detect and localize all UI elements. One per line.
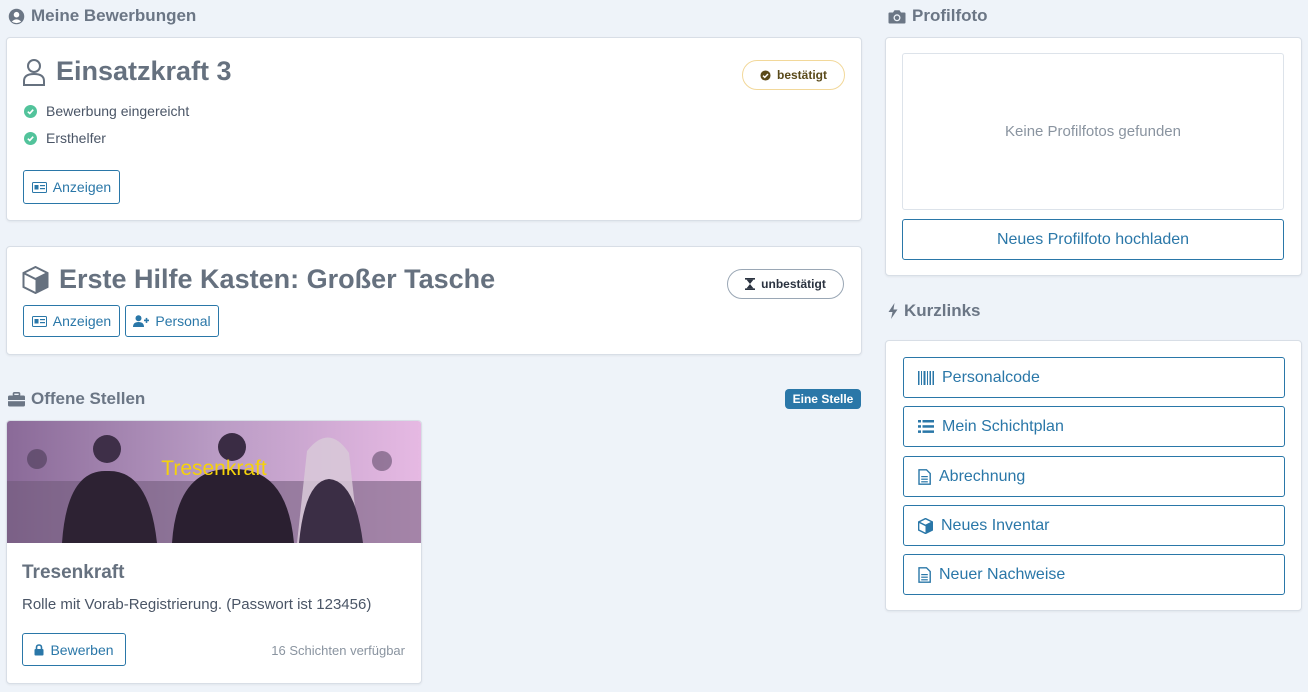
hourglass-icon xyxy=(745,278,756,290)
profile-photo-placeholder: Keine Profilfotos gefunden xyxy=(902,53,1284,210)
cube-icon xyxy=(22,265,49,294)
list-icon xyxy=(918,420,934,433)
apply-button-label: Bewerben xyxy=(50,641,114,658)
quicklink-inventar[interactable]: Neues Inventar xyxy=(903,505,1285,546)
status-badge-text: unbestätigt xyxy=(761,277,826,291)
staff-button[interactable]: Personal xyxy=(125,305,219,337)
document-icon xyxy=(918,566,931,583)
position-description: Rolle mit Vorab-Registrierung. (Passwort… xyxy=(22,596,372,613)
quicklinks-card: Personalcode Mein Schichtplan Abrechnung… xyxy=(885,340,1302,611)
applications-title-text: Meine Bewerbungen xyxy=(31,6,197,25)
check-item-label: Bewerbung eingereicht xyxy=(46,103,190,119)
check-circle-icon xyxy=(24,131,37,145)
application-title: Erste Hilfe Kasten: Großer Tasche xyxy=(22,264,495,295)
application-card-einsatzkraft: Einsatzkraft 3 bestätigt Bewerbung einge… xyxy=(6,37,862,221)
barcode-icon xyxy=(918,370,934,385)
show-application-button[interactable]: Anzeigen xyxy=(23,170,120,204)
application-title: Einsatzkraft 3 xyxy=(22,56,232,87)
quicklink-label: Neuer Nachweise xyxy=(939,565,1066,583)
show-application-button[interactable]: Anzeigen xyxy=(23,305,120,337)
id-card-icon xyxy=(31,181,47,193)
positions-count-text: Eine Stelle xyxy=(792,392,854,406)
positions-count-badge: Eine Stelle xyxy=(785,389,861,409)
quicklink-nachweise[interactable]: Neuer Nachweise xyxy=(903,554,1285,595)
quicklink-label: Mein Schichtplan xyxy=(942,417,1064,435)
status-badge-unconfirmed: unbestätigt xyxy=(727,269,844,299)
check-circle-icon xyxy=(24,104,37,118)
cube-icon xyxy=(918,517,933,534)
quicklink-label: Abrechnung xyxy=(939,467,1026,485)
position-title: Tresenkraft xyxy=(22,562,125,583)
quicklink-schichtplan[interactable]: Mein Schichtplan xyxy=(903,406,1285,447)
shifts-available-text: 16 Schichten verfügbar xyxy=(271,643,405,658)
check-item: Bewerbung eingereicht xyxy=(24,103,189,119)
profile-photo-card: Keine Profilfotos gefunden Neues Profilf… xyxy=(885,37,1302,276)
quicklink-label: Personalcode xyxy=(942,368,1040,386)
position-banner-image xyxy=(7,421,421,543)
quicklinks-title-text: Kurzlinks xyxy=(904,301,981,320)
bolt-icon xyxy=(888,303,898,319)
application-title-text: Einsatzkraft 3 xyxy=(56,56,232,86)
user-outline-icon xyxy=(23,58,45,86)
check-item: Ersthelfer xyxy=(24,130,106,146)
status-badge-text: bestätigt xyxy=(776,68,827,82)
no-photos-text: Keine Profilfotos gefunden xyxy=(1005,123,1181,140)
check-circle-icon xyxy=(760,69,771,81)
application-title-text: Erste Hilfe Kasten: Großer Tasche xyxy=(59,264,496,294)
upload-profile-photo-label: Neues Profilfoto hochladen xyxy=(996,230,1190,248)
lock-icon xyxy=(34,643,44,655)
open-positions-title-text: Offene Stellen xyxy=(31,389,146,408)
camera-icon xyxy=(888,9,906,23)
user-circle-icon xyxy=(8,8,25,24)
profile-photo-section-title: Profilfoto xyxy=(888,6,988,26)
id-card-icon xyxy=(31,315,47,327)
quicklink-personalcode[interactable]: Personalcode xyxy=(903,357,1285,398)
application-card-first-aid-kit: Erste Hilfe Kasten: Großer Tasche unbest… xyxy=(6,246,862,355)
staff-button-label: Personal xyxy=(155,313,211,329)
open-positions-section-title: Offene Stellen xyxy=(8,389,145,409)
check-item-label: Ersthelfer xyxy=(46,130,106,146)
apply-button[interactable]: Bewerben xyxy=(22,633,126,666)
profile-photo-title-text: Profilfoto xyxy=(912,6,988,25)
status-badge-confirmed: bestätigt xyxy=(742,60,845,90)
position-card: Tresenkraft Tresenkraft Rolle mit Vorab-… xyxy=(6,420,422,684)
quicklinks-section-title: Kurzlinks xyxy=(888,301,981,321)
user-plus-icon xyxy=(133,315,150,327)
show-application-label: Anzeigen xyxy=(52,179,112,195)
briefcase-icon xyxy=(8,391,25,406)
quicklink-label: Neues Inventar xyxy=(941,516,1050,534)
applications-section-title: Meine Bewerbungen xyxy=(8,6,196,26)
document-icon xyxy=(918,468,931,485)
show-application-label: Anzeigen xyxy=(52,313,112,329)
banner-title: Tresenkraft xyxy=(161,457,267,480)
quicklink-abrechnung[interactable]: Abrechnung xyxy=(903,456,1285,497)
upload-profile-photo-button[interactable]: Neues Profilfoto hochladen xyxy=(902,219,1284,260)
